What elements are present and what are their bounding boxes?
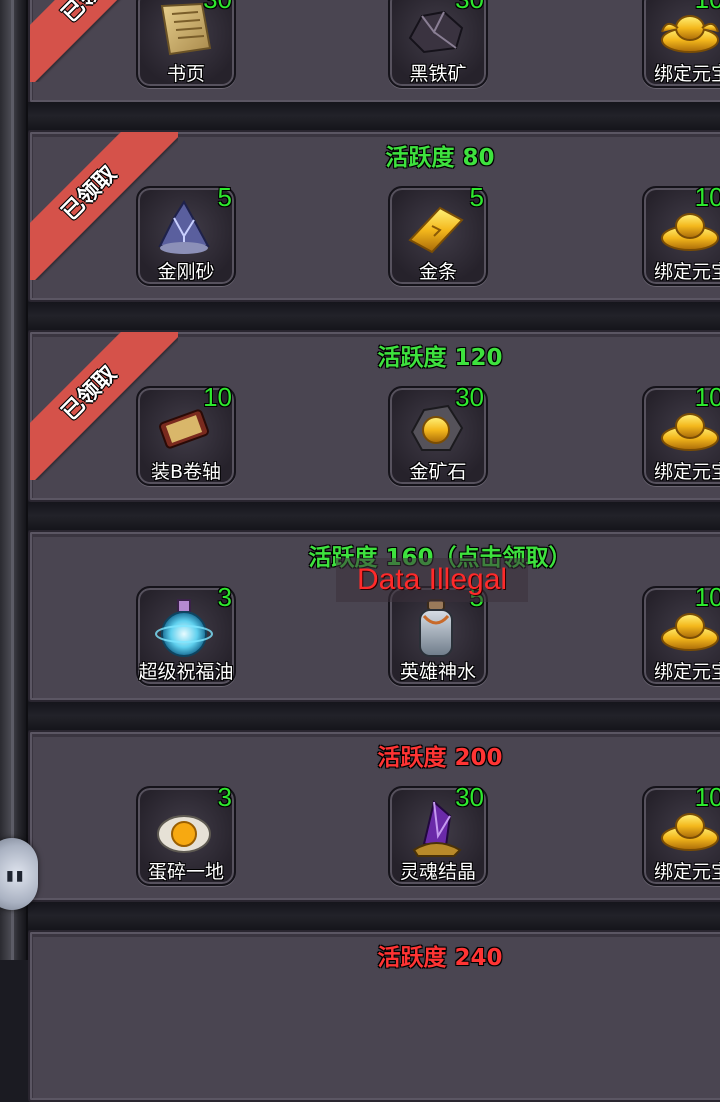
reward-row-160[interactable]: 活跃度 160（点击领取） 3 超级祝福油 5 英雄神水 100 绑定元宝 — [28, 530, 720, 702]
reward-item-broken-egg[interactable]: 3 蛋碎一地 — [136, 782, 236, 886]
reward-row-80: 活跃度 80 已领取 5 金刚砂 5 金条 100 绑定元宝 — [28, 130, 720, 302]
reward-item-bound-ingot[interactable]: 100 绑定元宝 — [642, 182, 720, 286]
row-separator — [28, 702, 720, 730]
reward-item-diamond-sand[interactable]: 5 金刚砂 — [136, 182, 236, 286]
diamond-sand-icon — [152, 196, 216, 260]
reward-item-bound-ingot[interactable]: 100 绑定元宝 — [642, 382, 720, 486]
row-separator — [28, 902, 720, 930]
row-separator — [28, 102, 720, 130]
broken-egg-icon — [152, 796, 216, 860]
reward-item-blessing-oil[interactable]: 3 超级祝福油 — [136, 582, 236, 686]
reward-item-gold-bar[interactable]: 5 金条 — [388, 182, 488, 286]
reward-item-scroll-page[interactable]: 30 书页 — [136, 0, 236, 88]
row-separator — [28, 302, 720, 330]
reward-row-1: 已领取 30 书页 30 黑铁矿 100 绑定元宝 — [28, 0, 720, 104]
reward-item-bound-ingot[interactable]: 100 绑定元宝 — [642, 782, 720, 886]
reward-item-gold-ore[interactable]: 30 金矿石 — [388, 382, 488, 486]
activity-threshold-label: 活跃度 200 — [377, 745, 503, 771]
reward-item-black-iron-ore[interactable]: 30 黑铁矿 — [388, 0, 488, 88]
error-toast: Data Illegal — [336, 558, 528, 602]
row-separator — [28, 502, 720, 530]
reward-item-soul-crystal[interactable]: 30 灵魂结晶 — [388, 782, 488, 886]
gold-bar-icon — [404, 196, 468, 260]
blessing-oil-icon — [152, 596, 216, 660]
reward-item-bound-ingot[interactable]: 100 绑定元宝 — [642, 0, 720, 88]
face-icon: ▮▮ — [6, 868, 26, 884]
left-scroll-rail — [0, 0, 28, 960]
floating-assistant-button[interactable]: ▮▮ — [0, 838, 38, 910]
activity-threshold-label: 活跃度 80 — [385, 145, 495, 171]
reward-row-240: 活跃度 240 — [28, 930, 720, 1102]
reward-item-scroll[interactable]: 10 装B卷轴 — [136, 382, 236, 486]
activity-threshold-label: 活跃度 240 — [377, 945, 503, 971]
activity-threshold-label: 活跃度 120 — [377, 345, 503, 371]
reward-item-bound-ingot[interactable]: 100 绑定元宝 — [642, 582, 720, 686]
hero-potion-icon — [404, 596, 468, 660]
reward-row-200: 活跃度 200 3 蛋碎一地 30 灵魂结晶 100 绑定元宝 — [28, 730, 720, 902]
reward-row-120: 活跃度 120 已领取 10 装B卷轴 30 金矿石 100 绑定元宝 — [28, 330, 720, 502]
